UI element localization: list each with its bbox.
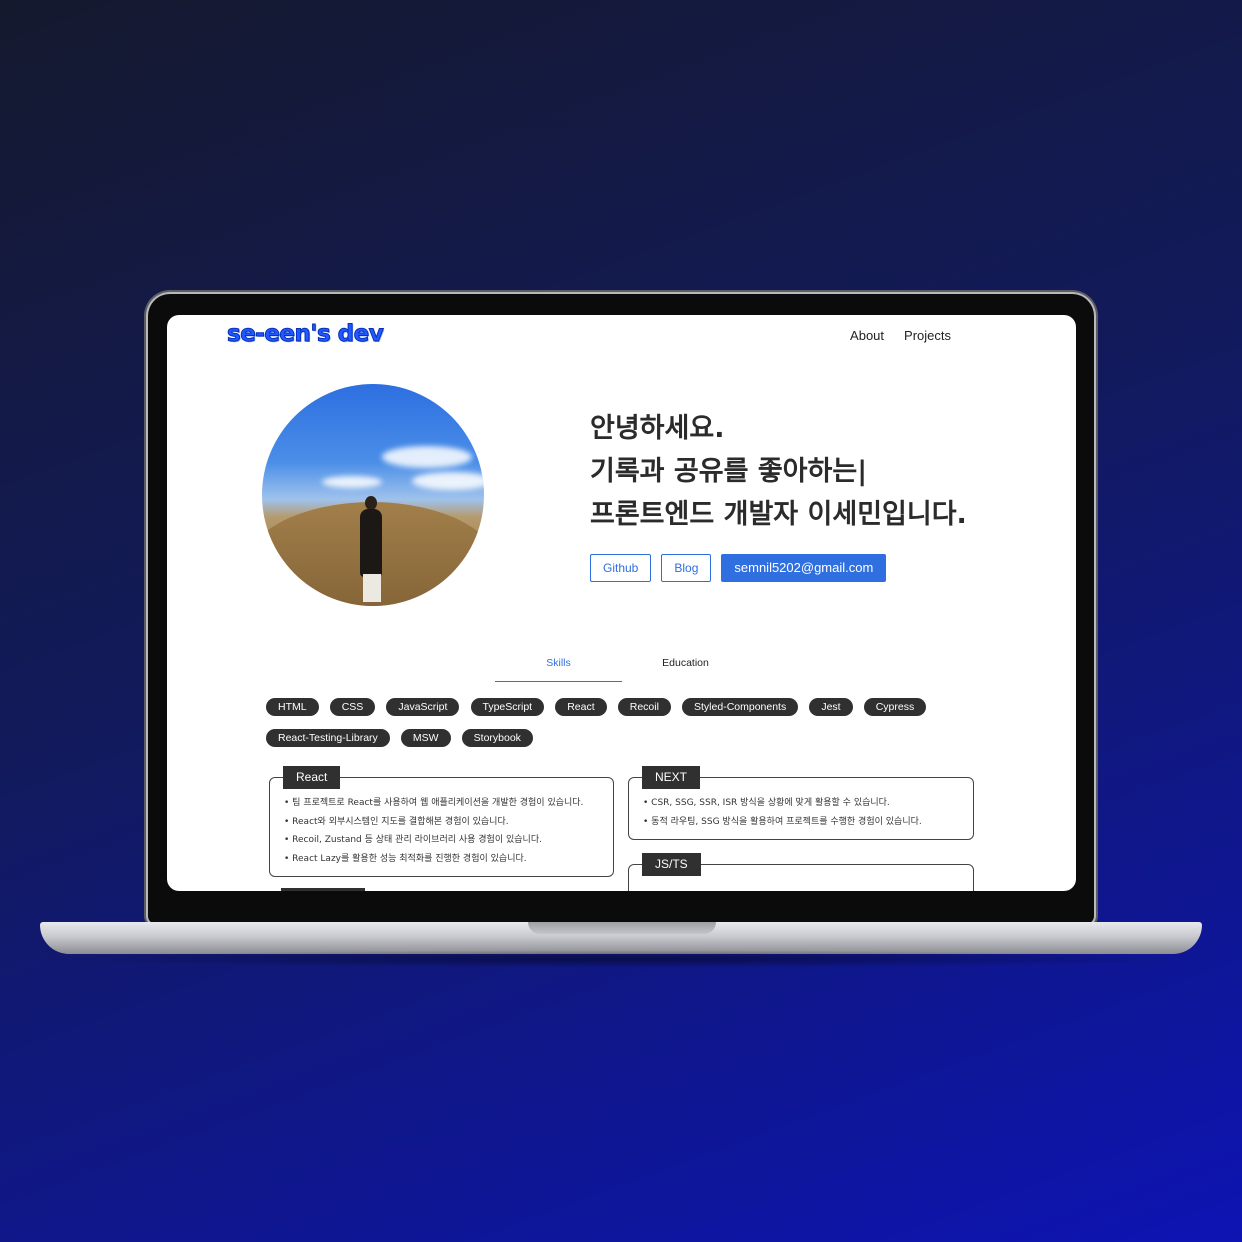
hero-line-1: 안녕하세요. [590,413,725,444]
next-card: NEXT CSR, SSG, SSR, ISR 방식을 상황에 맞게 활용할 수… [628,766,974,840]
tab-skills[interactable]: Skills [495,657,622,682]
list-item: CSR, SSG, SSR, ISR 방식을 상황에 맞게 활용할 수 있습니다… [643,794,973,813]
section-tabs: Skills Education [495,657,749,682]
skill-chip: React-Testing-Library [266,729,390,747]
hero-line-3: 프론트엔드 개발자 이세민입니다. [590,499,967,530]
list-item: Recoil, Zustand 등 상태 관리 라이브러리 사용 경험이 있습니… [284,831,613,850]
nav-projects[interactable]: Projects [904,328,951,343]
skill-chip: MSW [400,729,451,747]
list-item: 동적 라우팅, SSG 방식을 활용하여 프로젝트를 수행한 경험이 있습니다. [643,813,973,832]
skill-chip: React [555,698,607,716]
card-items: 팀 프로젝트로 React를 사용하여 웹 애플리케이션을 개발한 경험이 있습… [270,778,613,868]
card-title: NEXT [642,766,701,789]
tab-education[interactable]: Education [622,657,749,681]
list-item: 팀 프로젝트로 React를 사용하여 웹 애플리케이션을 개발한 경험이 있습… [284,794,613,813]
jsts-card: JS/TS [628,853,974,891]
top-nav: About Projects [850,328,951,343]
skill-chip: Cypress [863,698,927,716]
skill-chip: Storybook [461,729,533,747]
skill-chip: Jest [809,698,853,716]
laptop-screen: se-een's dev About Projects 안녕하세요. 기록과 공… [167,315,1076,891]
react-card: React 팀 프로젝트로 React를 사용하여 웹 애플리케이션을 개발한 … [269,766,614,877]
hero-buttons: Github Blog semnil5202@gmail.com [590,554,887,582]
skill-chip: Styled-Components [682,698,799,716]
laptop-shadow [30,950,1212,968]
nav-about[interactable]: About [850,328,884,343]
hero-headline: 안녕하세요. 기록과 공유를 좋아하는| 프론트엔드 개발자 이세민입니다. [590,407,967,536]
skill-chip: Recoil [617,698,671,716]
blog-button[interactable]: Blog [661,554,712,582]
email-button[interactable]: semnil5202@gmail.com [721,554,887,582]
hero-line-2: 기록과 공유를 좋아하는| [590,456,868,487]
profile-photo [262,384,484,606]
next-card-tag-cropped [281,888,365,891]
list-item: React와 외부시스템인 지도를 결합해본 경험이 있습니다. [284,813,613,832]
site-logo[interactable]: se-een's dev [226,321,384,348]
github-button[interactable]: Github [590,554,652,582]
skill-chip: JavaScript [386,698,460,716]
card-title: React [283,766,341,789]
skill-chip: CSS [329,698,376,716]
laptop-notch [528,922,716,934]
skill-chip: TypeScript [470,698,545,716]
list-item: React Lazy를 활용한 성능 최적화를 진행한 경험이 있습니다. [284,850,613,869]
card-title: JS/TS [642,853,701,876]
skill-chip: HTML [266,698,319,716]
skills-list: HTML CSS JavaScript TypeScript React Rec… [266,695,966,757]
